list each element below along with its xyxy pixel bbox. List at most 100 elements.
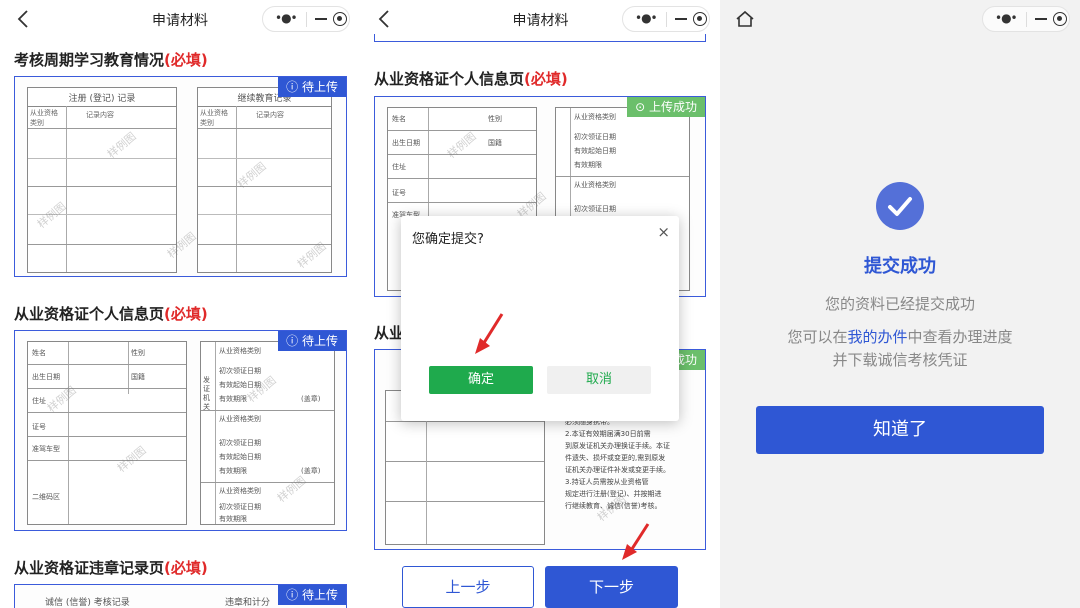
next-step-button[interactable]: 下一步 xyxy=(545,566,678,608)
success-title: 提交成功 xyxy=(864,256,936,277)
form-col-label: 记录内容 xyxy=(256,111,284,119)
form-label: 有效期限 xyxy=(219,515,247,523)
note-line: 到原发证机关办理换证手续。本证 xyxy=(565,442,670,450)
upload-card-personal[interactable]: 姓名 性别 出生日期 国籍 住址 证号 准驾车型 二维码区 发证机关 从业资格类… xyxy=(14,330,347,531)
close-icon[interactable]: × xyxy=(657,223,670,241)
capsule-divider xyxy=(306,12,307,27)
form-header: 违章和计分 xyxy=(225,598,271,608)
upload-card-violation[interactable]: 诚信 (信誉) 考核记录 违章和计分 ⓘ 待上传 xyxy=(14,584,347,608)
confirm-button[interactable]: 确定 xyxy=(429,366,533,394)
badge-label: 待上传 xyxy=(301,80,338,94)
form-label: 从业资格类别 xyxy=(219,415,261,423)
info-icon: ⓘ xyxy=(286,80,302,94)
form-label: 从业资格类别 xyxy=(219,487,261,495)
minimize-icon[interactable] xyxy=(1035,18,1047,20)
info-text: 您可以在 xyxy=(787,328,848,346)
badge-label: 上传成功 xyxy=(648,100,697,114)
section-title-personal: 从业资格证个人信息页(必填) xyxy=(14,303,208,324)
note-line: 行继续教育、诚信(信誉)考核。 xyxy=(565,502,662,510)
badge-label: 待上传 xyxy=(301,588,338,602)
close-program-icon[interactable] xyxy=(693,12,707,26)
form-label: 姓名 xyxy=(32,349,46,357)
mini-program-capsule[interactable]: •●• xyxy=(622,6,710,32)
form-label: 从业资格类别 xyxy=(219,347,261,355)
pointer-arrow-icon xyxy=(475,313,504,354)
form-label: 初次领证日期 xyxy=(574,133,616,141)
capsule-divider xyxy=(666,12,667,27)
section-title-partial: 从业 xyxy=(374,322,404,343)
success-subtitle: 您的资料已经提交成功 xyxy=(824,295,975,313)
note-line: 2.本证有效期届满30日前需 xyxy=(565,430,651,438)
form-label: 有效起始日期 xyxy=(219,453,261,461)
prev-step-button[interactable]: 上一步 xyxy=(402,566,534,608)
form-col-label: 记录内容 xyxy=(86,111,114,119)
section-title-personal: 从业资格证个人信息页(必填) xyxy=(374,68,568,89)
form-label: 性别 xyxy=(131,349,145,357)
info-text: 中查看办理进度 xyxy=(907,328,1013,346)
status-badge-pending: ⓘ 待上传 xyxy=(278,585,346,605)
minimize-icon[interactable] xyxy=(315,18,327,20)
form-header: 诚信 (信誉) 考核记录 xyxy=(45,598,130,608)
section-title-text: 考核周期学习教育情况 xyxy=(14,51,165,69)
badge-label: 待上传 xyxy=(301,334,338,348)
notes-block: 必须随身携带。 2.本证有效期届满30日前需 到原发证机关办理换证手续。本证 件… xyxy=(565,416,705,512)
my-tasks-link[interactable]: 我的办件 xyxy=(847,328,907,346)
form-label: 发证机关 xyxy=(203,376,210,411)
note-line: 证机关办理证件补发或变更手续。 xyxy=(565,466,670,474)
form-label: 国籍 xyxy=(488,139,502,147)
info-line-1: 您可以在我的办件中查看办理进度 xyxy=(720,326,1080,349)
mini-program-capsule[interactable]: •●• xyxy=(262,6,350,32)
confirm-dialog: 您确定提交? × 确定 取消 xyxy=(401,216,679,421)
status-badge-success: ⊙ 上传成功 xyxy=(627,97,705,117)
section-title-text: 从业资格证个人信息页 xyxy=(14,305,165,323)
screen-materials-1: 申请材料 •●• 考核周期学习教育情况(必填) 注册 (登记) 记录 从业资格类… xyxy=(0,0,360,608)
required-mark: (必填) xyxy=(164,559,208,577)
required-mark: (必填) xyxy=(164,305,208,323)
status-badge-pending: ⓘ 待上传 xyxy=(278,77,346,97)
form-label: 国籍 xyxy=(131,373,145,381)
form-label: 有效起始日期 xyxy=(574,147,616,155)
home-icon[interactable] xyxy=(734,8,756,30)
minimize-icon[interactable] xyxy=(675,18,687,20)
mini-program-capsule[interactable]: •●• xyxy=(982,6,1070,32)
form-col-label: 从业资格类别 xyxy=(30,109,58,127)
check-circle-icon: ⊙ xyxy=(635,100,649,114)
form-label: 准驾车型 xyxy=(32,445,60,453)
close-program-icon[interactable] xyxy=(1053,12,1067,26)
success-check-icon xyxy=(876,182,924,230)
note-line: 规定进行注册(登记)、并按期进 xyxy=(565,490,662,498)
got-it-button[interactable]: 知道了 xyxy=(756,406,1044,454)
required-mark: (必填) xyxy=(164,51,208,69)
note-line: 件遗失、损坏或变更的,需到原发 xyxy=(565,454,666,462)
form-label: 住址 xyxy=(392,163,406,171)
form-label: 初次领证日期 xyxy=(219,503,261,511)
nav-bar: 申请材料 •●• xyxy=(0,0,360,38)
section-title-violation: 从业资格证违章记录页(必填) xyxy=(14,557,208,578)
sample-form-left: 注册 (登记) 记录 从业资格类别 记录内容 xyxy=(27,87,177,273)
form-label: 从业资格类别 xyxy=(574,113,616,121)
form-label: 出生日期 xyxy=(392,139,420,147)
section-title-text: 从业 xyxy=(374,324,405,342)
more-icon[interactable]: •●• xyxy=(635,11,658,25)
required-mark: (必填) xyxy=(524,70,568,88)
close-program-icon[interactable] xyxy=(333,12,347,26)
form-label: 证号 xyxy=(392,189,406,197)
form-label: 有效期限 xyxy=(219,395,247,403)
section-title-study: 考核周期学习教育情况(必填) xyxy=(14,49,208,70)
sample-form-left: 姓名 性别 出生日期 国籍 住址 证号 准驾车型 二维码区 xyxy=(27,341,187,525)
info-icon: ⓘ xyxy=(286,334,302,348)
form-label: 二维码区 xyxy=(32,493,60,501)
section-title-text: 从业资格证违章记录页 xyxy=(14,559,165,577)
upload-card-study[interactable]: 注册 (登记) 记录 从业资格类别 记录内容 继续教育记录 从业资格类别 记录内… xyxy=(14,76,347,277)
more-icon[interactable]: •●• xyxy=(995,11,1018,25)
form-label: (盖章) xyxy=(301,467,321,475)
upload-card-prev-edge xyxy=(374,34,706,42)
form-label: 证号 xyxy=(32,423,46,431)
form-label: 有效期限 xyxy=(574,161,602,169)
form-label: 出生日期 xyxy=(32,373,60,381)
info-icon: ⓘ xyxy=(286,588,302,602)
status-badge-pending: ⓘ 待上传 xyxy=(278,331,346,351)
form-header: 注册 (登记) 记录 xyxy=(68,94,136,104)
more-icon[interactable]: •●• xyxy=(275,11,298,25)
cancel-button[interactable]: 取消 xyxy=(547,366,651,394)
